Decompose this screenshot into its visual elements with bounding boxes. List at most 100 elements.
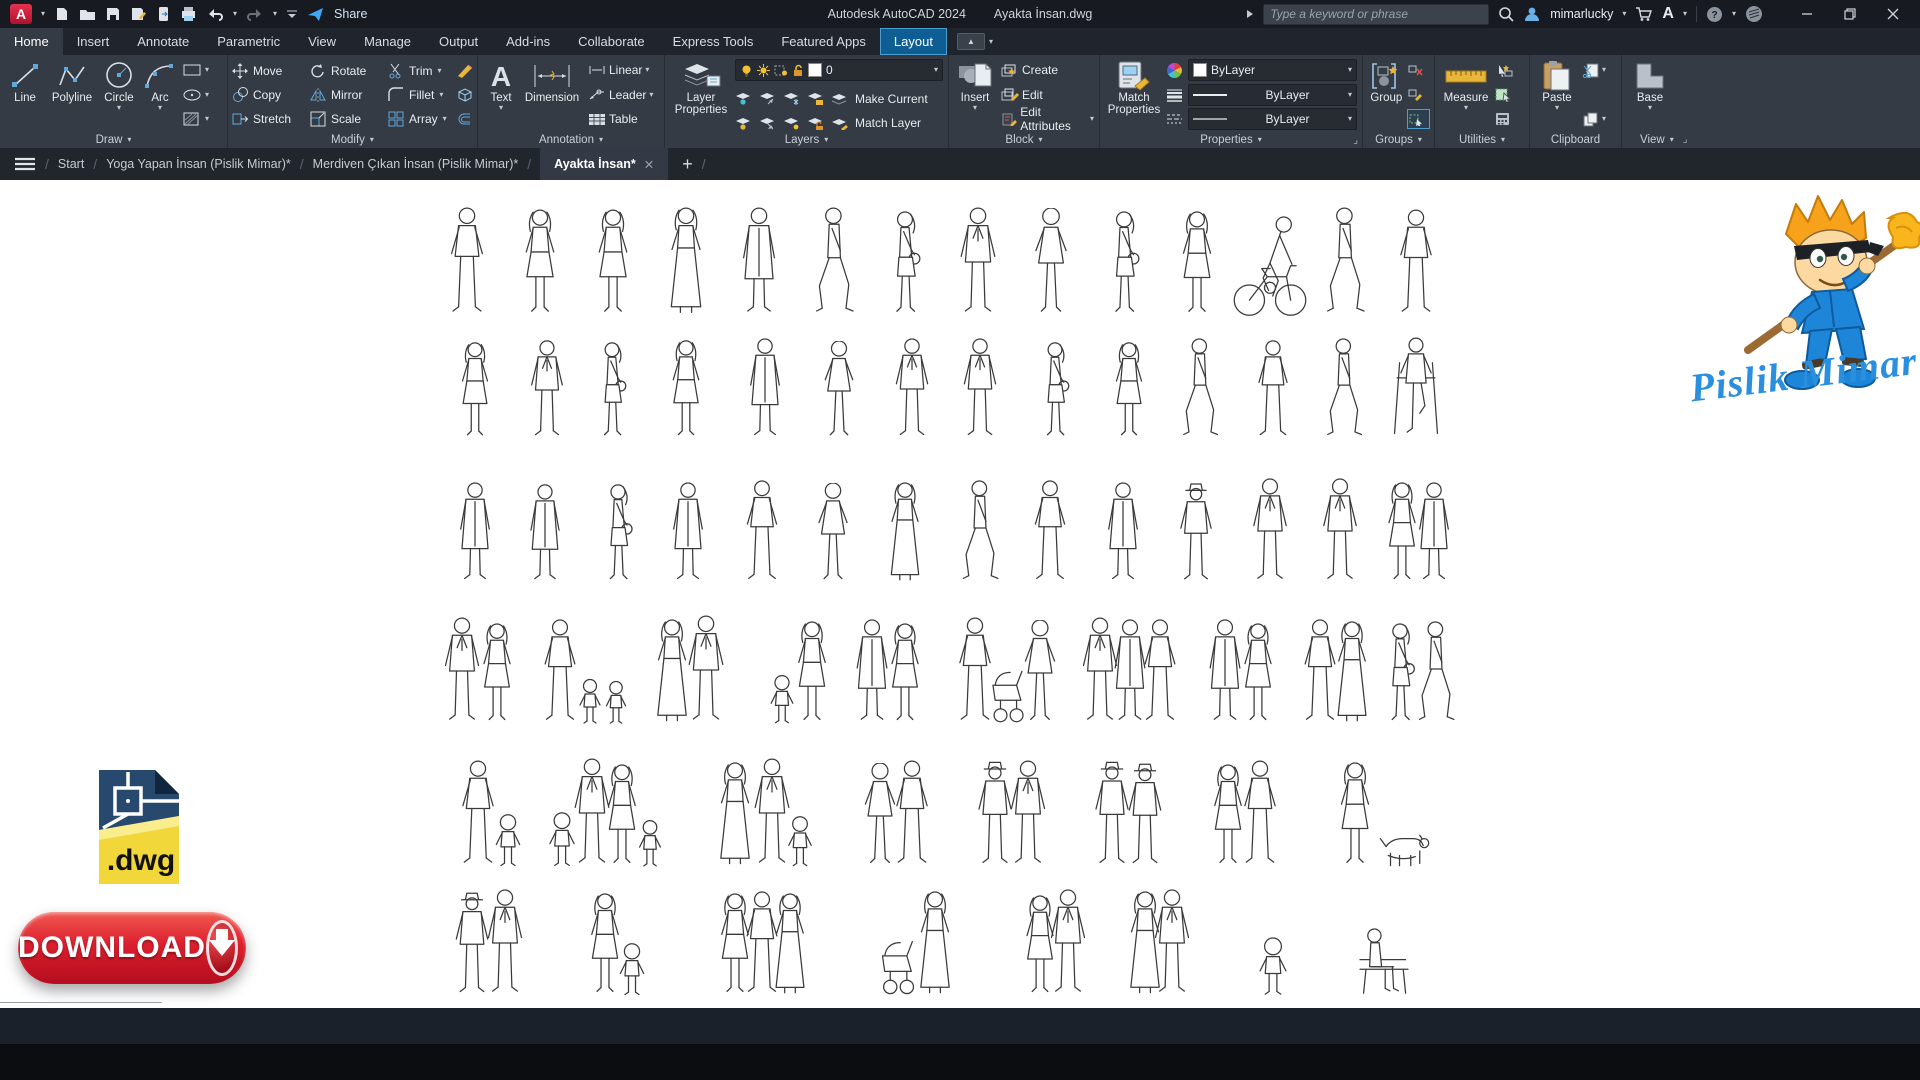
panel-label-properties[interactable]: Properties▾	[1100, 131, 1362, 148]
layer-unisolate-icon[interactable]	[759, 117, 776, 130]
person-figure-w3[interactable]	[1048, 343, 1069, 435]
person-figure-stroller[interactable]	[993, 671, 1023, 721]
person-figure-w4[interactable]	[819, 483, 847, 579]
share-label[interactable]: Share	[334, 7, 367, 21]
fillet-button[interactable]: Fillet▾	[388, 84, 454, 105]
search-expand-icon[interactable]	[1246, 9, 1254, 19]
person-figure-mcr[interactable]	[1395, 338, 1438, 433]
make-current-button[interactable]: Make Current	[855, 92, 928, 106]
block-edit-button[interactable]: Edit	[1001, 86, 1094, 104]
person-figure-p1[interactable]	[461, 483, 490, 579]
person-figure-w4[interactable]	[865, 763, 894, 862]
explode-button[interactable]	[456, 86, 474, 104]
tab-close-icon[interactable]: ✕	[644, 157, 654, 172]
match-properties-button[interactable]: Match Properties	[1104, 58, 1164, 131]
layer-off-icon[interactable]	[735, 92, 752, 105]
redo-icon[interactable]	[246, 7, 264, 21]
rotate-button[interactable]: Rotate	[310, 60, 386, 81]
match-layer-icon[interactable]	[831, 117, 848, 130]
file-tabs-menu-icon[interactable]	[14, 157, 36, 171]
layer-properties-button[interactable]: Layer Properties	[669, 58, 733, 131]
person-figure-p1[interactable]	[1210, 620, 1240, 719]
tab-insert[interactable]: Insert	[63, 28, 124, 55]
person-figure-m3[interactable]	[1156, 890, 1189, 991]
drawing-canvas[interactable]: Pislik Mimar .dwg DOWNLOAD	[0, 180, 1920, 1008]
offset-button[interactable]	[456, 110, 474, 128]
layer-select-caret-icon[interactable]: ▾	[934, 66, 938, 74]
share-icon[interactable]	[307, 7, 325, 22]
person-figure-stroller[interactable]	[883, 942, 914, 994]
person-figure-w1[interactable]	[1245, 624, 1271, 720]
person-figure-w3[interactable]	[610, 485, 632, 579]
person-figure-m3[interactable]	[896, 339, 927, 435]
person-figure-w1[interactable]	[463, 343, 488, 435]
person-figure-m4[interactable]	[456, 893, 487, 991]
person-figure-w1[interactable]	[609, 765, 636, 862]
person-figure-w4[interactable]	[825, 341, 853, 435]
layer-thaw2-icon[interactable]	[783, 117, 800, 130]
edit-attributes-caret-icon[interactable]: ▾	[1090, 115, 1094, 123]
person-figure-w1[interactable]	[1117, 343, 1142, 435]
hatch-tool-button[interactable]: ▾	[182, 110, 222, 128]
user-name[interactable]: mimarlucky	[1550, 7, 1613, 21]
person-figure-w1[interactable]	[1027, 896, 1053, 992]
fillet-caret-icon[interactable]: ▾	[439, 91, 443, 99]
redo-caret-icon[interactable]: ▾	[273, 10, 277, 18]
properties-dialog-launcher-icon[interactable]: ⌟	[1353, 135, 1358, 146]
person-figure-c1[interactable]	[1260, 938, 1286, 994]
layer-freeze-icon[interactable]	[783, 92, 800, 105]
measure-button[interactable]: Measure ▾	[1439, 58, 1493, 131]
person-figure-m1[interactable]	[747, 892, 777, 991]
person-figure-w2[interactable]	[1338, 622, 1366, 721]
close-button[interactable]	[1876, 0, 1910, 28]
tab-annotate[interactable]: Annotate	[123, 28, 203, 55]
paste-caret-icon[interactable]: ▾	[1555, 104, 1559, 112]
person-figure-m3[interactable]	[961, 208, 995, 311]
autodesk-caret-icon[interactable]: ▾	[1683, 10, 1687, 18]
person-figure-c1[interactable]	[496, 815, 519, 866]
person-figure-m1[interactable]	[545, 620, 575, 719]
layer-on2-icon[interactable]	[735, 117, 752, 130]
select-similar-button[interactable]	[1495, 86, 1521, 104]
panel-label-annotation[interactable]: Annotation▾	[478, 131, 664, 148]
command-line-area[interactable]	[0, 1008, 1920, 1044]
person-figure-p1[interactable]	[531, 485, 559, 579]
rectangle-tool-button[interactable]: ▾	[182, 61, 222, 79]
person-figure-w1[interactable]	[1389, 483, 1415, 579]
layer-isolate-icon[interactable]	[759, 92, 776, 105]
person-figure-m1[interactable]	[747, 481, 776, 578]
tab-merdiven-cikan-insan[interactable]: Merdiven Çıkan İnsan (Pislik Mimar)*	[313, 157, 519, 171]
new-file-icon[interactable]	[54, 6, 70, 22]
person-figure-m2[interactable]	[963, 481, 997, 578]
person-figure-m4[interactable]	[1181, 484, 1211, 579]
arc-button[interactable]: Arc ▾	[140, 58, 180, 131]
maximize-button[interactable]	[1833, 0, 1867, 28]
tab-collaborate[interactable]: Collaborate	[564, 28, 659, 55]
erase-button[interactable]	[456, 61, 474, 79]
person-figure-m3[interactable]	[489, 890, 522, 991]
quick-calc-button[interactable]	[1495, 110, 1521, 128]
person-figure-m2[interactable]	[1184, 339, 1218, 435]
tab-manage[interactable]: Manage	[350, 28, 425, 55]
open-folder-icon[interactable]	[79, 6, 96, 22]
search-input[interactable]: Type a keyword or phrase	[1263, 4, 1489, 25]
assistant-icon[interactable]	[1745, 5, 1763, 23]
tab-express-tools[interactable]: Express Tools	[659, 28, 768, 55]
cut-caret-icon[interactable]: ▾	[1602, 66, 1606, 74]
group-button[interactable]: Group	[1367, 58, 1406, 131]
person-figure-p1[interactable]	[1115, 620, 1145, 719]
ungroup-button[interactable]	[1408, 61, 1429, 79]
object-color-select[interactable]: ByLayer▾	[1188, 59, 1357, 81]
panel-label-block[interactable]: Block▾	[949, 131, 1099, 148]
app-menu-caret-icon[interactable]: ▾	[41, 10, 45, 18]
person-figure-w1[interactable]	[592, 894, 619, 991]
panel-label-utilities[interactable]: Utilities▾	[1435, 131, 1529, 148]
person-figure-w1[interactable]	[599, 210, 627, 311]
app-button[interactable]: A	[10, 4, 32, 24]
person-figure-p1[interactable]	[1420, 483, 1449, 579]
stretch-button[interactable]: Stretch	[232, 108, 308, 129]
person-figure-p1[interactable]	[1109, 483, 1138, 579]
ribbon-minimize-icon[interactable]: ▲	[957, 33, 985, 50]
save-as-icon[interactable]	[130, 6, 147, 22]
quick-select-button[interactable]	[1495, 61, 1521, 79]
